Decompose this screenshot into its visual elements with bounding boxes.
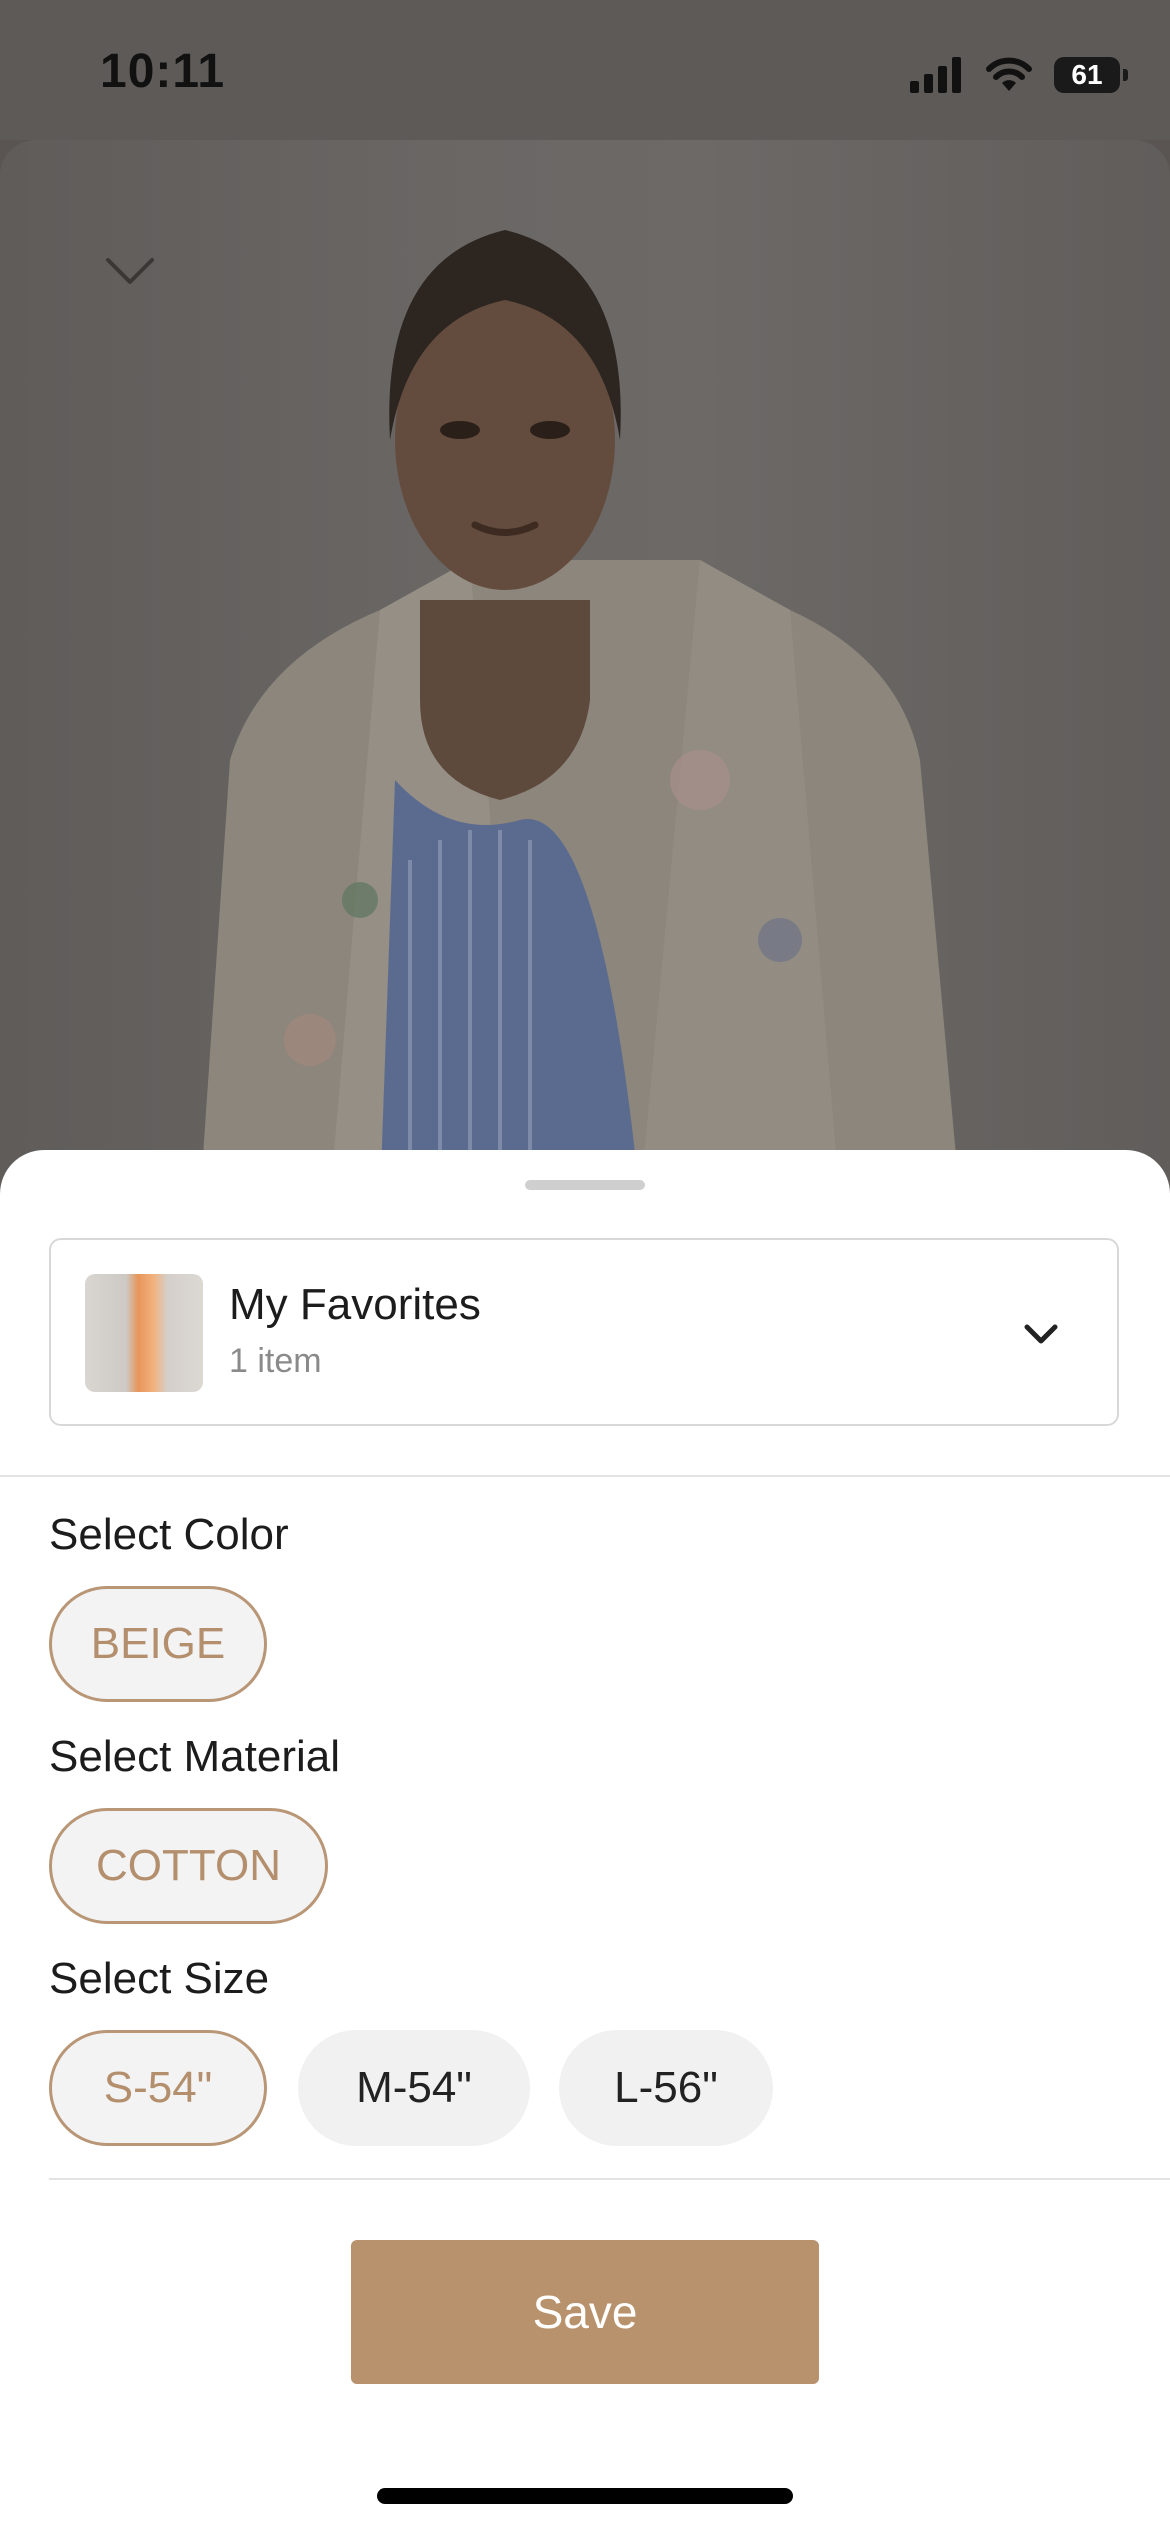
collection-item-count: 1 item [229,1342,322,1380]
select-material-label: Select Material [49,1732,341,1781]
size-option-s[interactable]: S-54" [49,2030,267,2146]
collapse-chevron-icon[interactable] [100,240,160,300]
sheet-grabber[interactable] [525,1180,645,1190]
size-option-m[interactable]: M-54" [298,2030,530,2146]
battery-icon: 61 [1054,57,1128,93]
model-photo-illustration [200,230,960,1200]
collection-selector[interactable]: My Favorites 1 item [49,1238,1119,1426]
material-option-cotton[interactable]: COTTON [49,1808,328,1924]
cellular-signal-icon [910,57,961,93]
chevron-down-icon [1024,1324,1058,1344]
product-photo [0,140,1170,1200]
select-size-label: Select Size [49,1954,270,2003]
bottom-sheet: My Favorites 1 item Select Color BEIGE S… [0,1150,1170,2532]
divider [0,1475,1170,1477]
collection-name: My Favorites [229,1280,481,1329]
divider [49,2178,1170,2180]
color-option-beige[interactable]: BEIGE [49,1586,267,1702]
collection-thumbnail [85,1274,203,1392]
wifi-icon [986,57,1032,91]
status-bar: 10:11 61 [0,0,1170,140]
status-icons: 61 [910,50,1128,100]
size-option-l[interactable]: L-56" [559,2030,773,2146]
status-time: 10:11 [100,45,226,98]
home-indicator [377,2488,793,2504]
select-color-label: Select Color [49,1510,289,1559]
battery-level: 61 [1071,59,1103,90]
save-button[interactable]: Save [351,2240,819,2384]
